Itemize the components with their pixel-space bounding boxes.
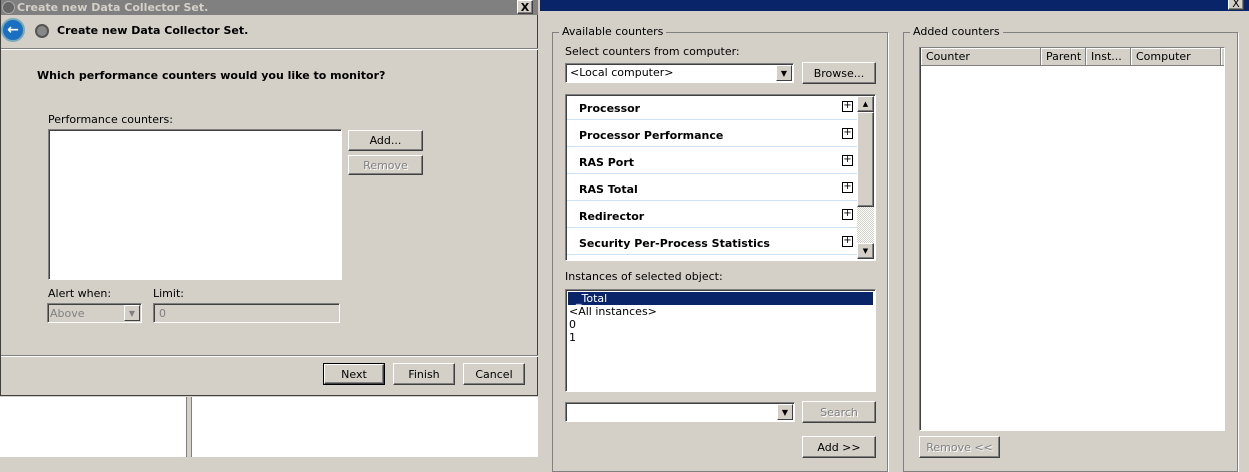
counters-list[interactable]: Processor + Processor Performance + RAS Po… (565, 94, 876, 261)
counter-label: Security Per-Process Statistics (579, 237, 770, 250)
collector-icon (35, 24, 49, 38)
expand-icon[interactable]: + (842, 236, 853, 247)
app-icon (2, 1, 15, 14)
back-arrow-icon[interactable]: ← (1, 18, 25, 42)
counter-label: Processor (579, 102, 641, 115)
expand-icon[interactable]: + (842, 101, 853, 112)
perf-counters-label: Performance counters: (48, 113, 173, 126)
chevron-down-icon: ▼ (776, 65, 792, 81)
column-header-instance[interactable]: Inst... (1086, 48, 1131, 66)
counter-item-ras-total[interactable]: RAS Total + (567, 174, 857, 201)
search-button[interactable]: Search (802, 401, 876, 423)
counter-item-redirector[interactable]: Redirector + (567, 201, 857, 228)
scroll-down-icon[interactable]: ▼ (857, 243, 874, 259)
alert-when-select[interactable]: Above ▼ (47, 303, 142, 323)
instance-item[interactable]: <All instances> (568, 305, 873, 318)
counter-item-ras-port[interactable]: RAS Port + (567, 147, 857, 174)
counter-item-processor[interactable]: Processor + (567, 95, 857, 120)
counters-scrollbar[interactable]: ▲ ▼ (857, 96, 874, 259)
computer-value: <Local computer> (570, 66, 674, 79)
chevron-down-icon: ▼ (124, 305, 140, 321)
limit-input[interactable]: 0 (153, 303, 340, 323)
expand-icon[interactable]: + (842, 182, 853, 193)
scroll-up-icon[interactable]: ▲ (857, 96, 874, 112)
instances-list[interactable]: _Total <All instances> 0 1 (565, 289, 876, 392)
added-counters-table[interactable]: Counter Parent Inst... Computer (919, 47, 1225, 431)
wizard-dialog: Create new Data Collector Set. X ← Creat… (0, 0, 538, 396)
close-button[interactable]: X (517, 0, 533, 14)
instances-label: Instances of selected object: (565, 270, 723, 283)
counter-item-security[interactable]: Security Per-Process Statistics + (567, 228, 857, 255)
added-counters-label: Added counters (910, 25, 1003, 38)
expand-icon[interactable]: + (842, 155, 853, 166)
header-divider (1, 48, 538, 50)
counter-item-processor-performance[interactable]: Processor Performance + (567, 120, 857, 147)
background-pane-right (191, 397, 538, 457)
add-counter-button[interactable]: Add >> (802, 436, 876, 458)
expand-icon[interactable]: + (842, 209, 853, 220)
cancel-button[interactable]: Cancel (463, 363, 525, 385)
counter-label: Processor Performance (579, 129, 724, 142)
alert-when-value: Above (50, 307, 85, 320)
add-counters-title-bar: X (540, 0, 1249, 11)
counter-label: RAS Port (579, 156, 635, 169)
chevron-down-icon: ▼ (777, 404, 793, 420)
browse-button[interactable]: Browse... (802, 62, 876, 84)
column-header-parent[interactable]: Parent (1041, 48, 1086, 66)
instance-item-selected[interactable]: _Total (568, 292, 873, 305)
perf-counters-list[interactable] (48, 129, 342, 280)
counter-label: Redirector (579, 210, 645, 223)
available-counters-label: Available counters (559, 25, 667, 38)
add-button[interactable]: Add... (348, 130, 423, 151)
footer-divider (1, 355, 538, 357)
wizard-header: Create new Data Collector Set. (57, 24, 249, 37)
add-counters-dialog: X Available counters Select counters fro… (540, 0, 1249, 472)
column-header-computer[interactable]: Computer (1131, 48, 1221, 66)
wizard-title: Create new Data Collector Set. (17, 1, 209, 14)
select-from-label: Select counters from computer: (565, 45, 740, 58)
column-header-filler (1221, 48, 1224, 66)
background-pane-left (0, 397, 187, 457)
close-button[interactable]: X (1228, 0, 1244, 10)
instance-item[interactable]: 0 (568, 318, 873, 331)
question: Which performance counters would you lik… (37, 69, 386, 82)
computer-select[interactable]: <Local computer> ▼ (565, 63, 794, 83)
finish-button[interactable]: Finish (393, 363, 455, 385)
counter-label: RAS Total (579, 183, 638, 196)
scroll-thumb[interactable] (857, 112, 874, 207)
search-select[interactable]: ▼ (565, 402, 795, 422)
column-header-counter[interactable]: Counter (921, 48, 1041, 66)
expand-icon[interactable]: + (842, 128, 853, 139)
next-button[interactable]: Next (323, 363, 385, 385)
remove-counter-button[interactable]: Remove << (919, 436, 1000, 458)
remove-button[interactable]: Remove (348, 155, 423, 175)
wizard-title-bar: Create new Data Collector Set. X (1, 0, 538, 15)
alert-when-label: Alert when: (48, 287, 112, 300)
instance-item[interactable]: 1 (568, 331, 873, 344)
limit-label: Limit: (153, 287, 184, 300)
